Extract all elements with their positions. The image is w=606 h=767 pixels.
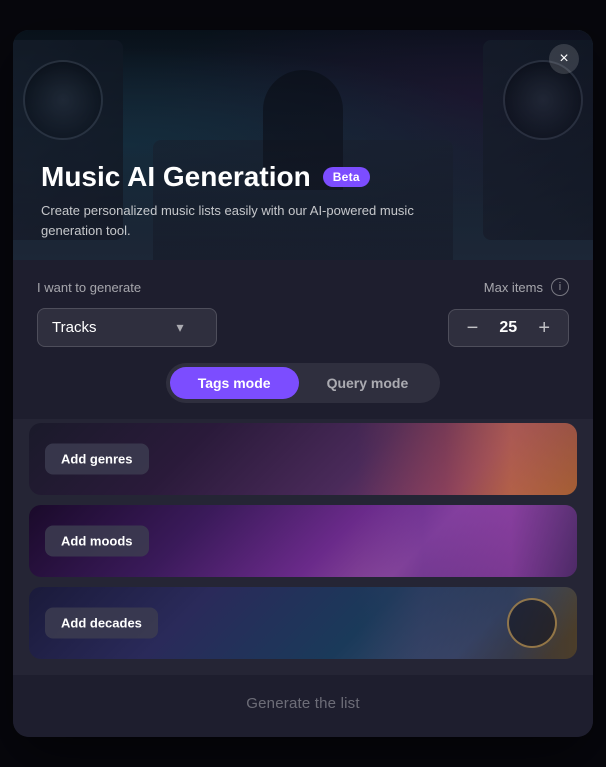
add-genres-button[interactable]: Add genres <box>45 444 149 475</box>
info-icon[interactable]: i <box>551 278 569 296</box>
clock-decoration <box>507 598 557 648</box>
controls-section: I want to generate Max items i Tracks ▾ … <box>13 260 593 419</box>
quantity-value: 25 <box>494 319 522 337</box>
mode-toggle: Tags mode Query mode <box>166 363 441 403</box>
hero-section: Music AI Generation Beta Create personal… <box>13 30 593 260</box>
quantity-control: − 25 + <box>448 309 569 347</box>
moods-card-overlay <box>357 505 577 577</box>
add-moods-button[interactable]: Add moods <box>45 526 149 557</box>
generate-area: Generate the list <box>13 675 593 737</box>
query-mode-button[interactable]: Query mode <box>299 367 437 399</box>
modal-title: Music AI Generation Beta <box>41 161 565 193</box>
genres-card[interactable]: Add genres <box>29 423 577 495</box>
decrement-button[interactable]: − <box>463 318 483 338</box>
moods-card[interactable]: Add moods <box>29 505 577 577</box>
decades-card[interactable]: Add decades <box>29 587 577 659</box>
increment-button[interactable]: + <box>534 318 554 338</box>
generate-row: I want to generate Max items i <box>37 278 569 296</box>
dropdown-value: Tracks <box>52 319 96 336</box>
cards-area: Add genres Add moods Add decades <box>13 419 593 675</box>
close-icon: × <box>559 50 568 68</box>
dropdown-row: Tracks ▾ − 25 + <box>37 308 569 347</box>
max-items-label: Max items <box>484 280 543 295</box>
title-text: Music AI Generation <box>41 161 311 193</box>
generate-label: I want to generate <box>37 280 141 295</box>
tags-mode-button[interactable]: Tags mode <box>170 367 299 399</box>
dropdown-arrow-icon: ▾ <box>176 319 183 336</box>
hero-content: Music AI Generation Beta Create personal… <box>13 137 593 260</box>
beta-badge: Beta <box>323 167 370 187</box>
add-decades-button[interactable]: Add decades <box>45 608 158 639</box>
max-items-group: Max items i <box>484 278 569 296</box>
modal-overlay: Music AI Generation Beta Create personal… <box>0 0 606 767</box>
track-type-dropdown[interactable]: Tracks ▾ <box>37 308 217 347</box>
modal-subtitle: Create personalized music lists easily w… <box>41 201 461 240</box>
modal: Music AI Generation Beta Create personal… <box>13 30 593 737</box>
close-button[interactable]: × <box>549 44 579 74</box>
genres-card-overlay <box>357 423 577 495</box>
generate-list-button[interactable]: Generate the list <box>246 695 359 712</box>
info-symbol: i <box>559 281 561 293</box>
